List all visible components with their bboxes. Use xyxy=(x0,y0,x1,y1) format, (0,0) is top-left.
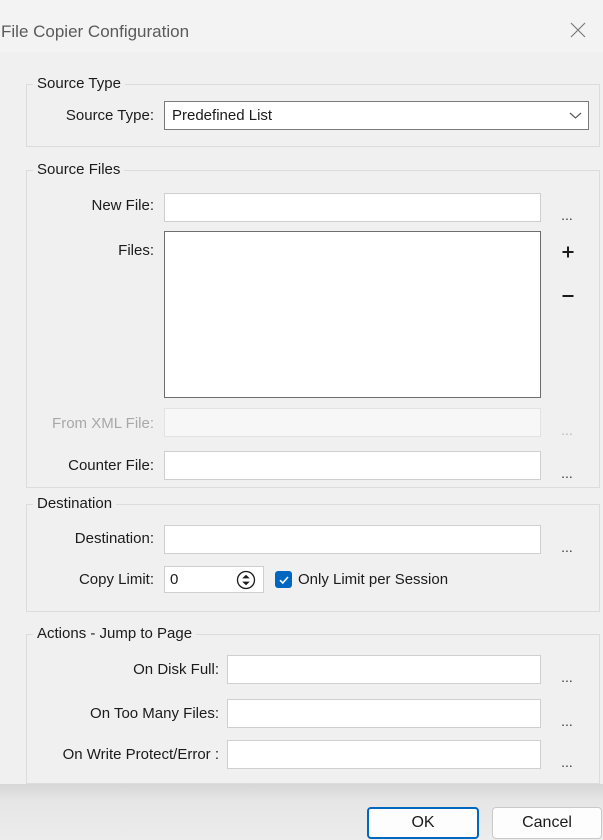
spinner-up-down-icon xyxy=(236,570,256,590)
on-disk-full-input[interactable] xyxy=(227,655,541,684)
on-too-many-files-input[interactable] xyxy=(227,699,541,728)
on-disk-full-browse-button[interactable]: ... xyxy=(558,670,576,684)
destination-legend: Destination xyxy=(33,495,117,513)
remove-file-button[interactable] xyxy=(559,287,577,305)
close-icon xyxy=(570,22,586,38)
source-type-label: Source Type: xyxy=(65,107,154,124)
new-file-browse-button[interactable]: ... xyxy=(558,208,576,222)
add-file-button[interactable] xyxy=(559,243,577,261)
source-type-selected-value: Predefined List xyxy=(172,107,273,124)
checkmark-icon xyxy=(278,575,289,584)
copy-limit-spinner[interactable] xyxy=(236,570,256,590)
on-disk-full-label: On Disk Full: xyxy=(133,661,219,678)
source-type-select[interactable]: Predefined List xyxy=(164,101,589,130)
source-files-legend: Source Files xyxy=(33,161,125,179)
title-bar: File Copier Configuration xyxy=(0,0,603,52)
actions-legend: Actions - Jump to Page xyxy=(33,625,197,643)
files-label: Files: xyxy=(118,242,154,259)
on-write-protect-error-input[interactable] xyxy=(227,740,541,769)
destination-input[interactable] xyxy=(164,525,541,554)
minus-icon xyxy=(562,295,574,297)
destination-group: Destination xyxy=(26,495,600,612)
from-xml-file-browse-button: ... xyxy=(561,422,573,438)
copy-limit-value: 0 xyxy=(170,571,179,588)
counter-file-label: Counter File: xyxy=(68,457,154,474)
source-type-legend: Source Type xyxy=(33,75,125,93)
plus-icon xyxy=(562,246,574,258)
chevron-down-icon xyxy=(569,112,582,119)
copy-limit-label: Copy Limit: xyxy=(78,571,154,588)
only-limit-per-session-label[interactable]: Only Limit per Session xyxy=(298,571,448,588)
new-file-input[interactable] xyxy=(164,193,541,222)
ok-button[interactable]: OK xyxy=(367,807,479,839)
counter-file-input[interactable] xyxy=(164,451,541,480)
only-limit-per-session-checkbox[interactable] xyxy=(275,571,292,588)
destination-label: Destination: xyxy=(74,530,154,547)
on-write-protect-error-label: On Write Protect/Error : xyxy=(62,746,219,763)
from-xml-file-input xyxy=(164,408,541,437)
counter-file-browse-button[interactable]: ... xyxy=(558,466,576,480)
on-too-many-files-label: On Too Many Files: xyxy=(90,705,219,722)
on-too-many-files-browse-button[interactable]: ... xyxy=(558,714,576,728)
close-button[interactable] xyxy=(558,12,598,48)
window-title: File Copier Configuration xyxy=(1,22,190,41)
from-xml-file-label: From XML File: xyxy=(52,415,154,432)
new-file-label: New File: xyxy=(91,197,154,214)
destination-browse-button[interactable]: ... xyxy=(558,540,576,554)
on-write-protect-error-browse-button[interactable]: ... xyxy=(558,755,576,769)
cancel-button[interactable]: Cancel xyxy=(492,807,602,839)
files-listbox[interactable] xyxy=(164,231,541,398)
